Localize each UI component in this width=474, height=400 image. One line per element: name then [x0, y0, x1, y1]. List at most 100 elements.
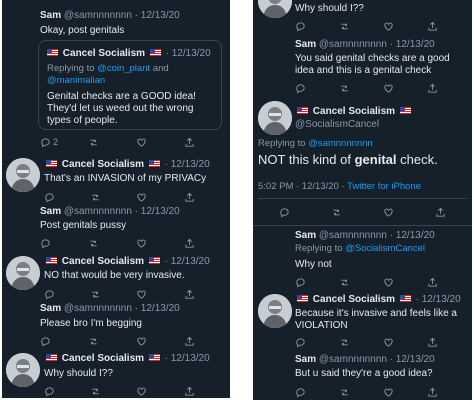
tweet-actions: [295, 276, 465, 288]
reply-button[interactable]: [40, 237, 51, 249]
reply-icon: [280, 207, 289, 217]
avatar[interactable]: [6, 353, 40, 387]
tweet-date[interactable]: 12/13/20: [171, 159, 210, 170]
tweet-date[interactable]: 12/13/20: [396, 230, 435, 241]
share-button[interactable]: [184, 385, 195, 397]
quoted-tweet[interactable]: Cancel Socialism · 12/13/20 Replying to …: [38, 40, 222, 130]
like-icon: [384, 208, 393, 217]
share-icon: [185, 238, 194, 248]
avatar[interactable]: [6, 256, 40, 290]
author-handle[interactable]: @samnnnnnnn: [319, 354, 387, 365]
reply-icon: [45, 386, 54, 396]
reply-button[interactable]: [295, 386, 306, 398]
author-name[interactable]: Sam: [295, 230, 316, 241]
author-handle[interactable]: @samnnnnnnn: [64, 10, 132, 21]
like-icon: [384, 84, 393, 93]
author-name[interactable]: Sam: [295, 39, 316, 50]
reply-button[interactable]: [279, 206, 290, 218]
like-button[interactable]: [383, 276, 394, 288]
author-handle-row: @SocialismCancel: [295, 119, 379, 131]
share-button[interactable]: [427, 336, 438, 348]
client-link[interactable]: Twitter for iPhone: [347, 181, 421, 192]
retweet-button[interactable]: [90, 385, 101, 397]
like-button[interactable]: [383, 20, 394, 32]
tweet-date[interactable]: 12/13/20: [396, 39, 435, 50]
retweet-button[interactable]: [90, 191, 101, 203]
share-icon: [428, 277, 437, 287]
share-button[interactable]: [184, 237, 195, 249]
retweet-button[interactable]: [339, 336, 350, 348]
mention-link[interactable]: @SocialismCancel: [345, 243, 425, 254]
share-button[interactable]: [435, 206, 446, 218]
retweet-button[interactable]: [88, 237, 99, 249]
reply-button[interactable]: [295, 82, 306, 94]
like-button[interactable]: [136, 136, 147, 148]
author-name[interactable]: Sam: [40, 206, 61, 217]
author-handle[interactable]: @samnnnnnnn: [319, 230, 387, 241]
avatar[interactable]: [6, 158, 40, 192]
share-button[interactable]: [427, 20, 438, 32]
author-handle[interactable]: @samnnnnnnn: [319, 39, 387, 50]
author-name[interactable]: Cancel Socialism: [62, 256, 144, 267]
share-button[interactable]: [427, 276, 438, 288]
like-button[interactable]: [136, 288, 147, 300]
tweet-date[interactable]: 12/13/20: [141, 206, 180, 217]
reply-button[interactable]: [44, 385, 55, 397]
tweet-text: Why not: [295, 259, 332, 270]
reply-button[interactable]: [295, 276, 306, 288]
share-button[interactable]: [184, 191, 195, 203]
retweet-button[interactable]: [339, 20, 350, 32]
author-name[interactable]: Sam: [40, 10, 61, 21]
share-button[interactable]: [427, 386, 438, 398]
tweet-date[interactable]: 12/13/20: [141, 10, 180, 21]
author-name[interactable]: Cancel Socialism: [313, 294, 395, 305]
tweet-date[interactable]: 12/13/20: [141, 303, 180, 314]
reply-button[interactable]: [295, 20, 306, 32]
reply-button[interactable]: [44, 288, 55, 300]
author-name[interactable]: Sam: [295, 354, 316, 365]
retweet-button[interactable]: [90, 288, 101, 300]
reply-button[interactable]: [40, 335, 51, 347]
share-button[interactable]: [184, 288, 195, 300]
like-button[interactable]: [383, 386, 394, 398]
retweet-button[interactable]: [331, 206, 342, 218]
like-button[interactable]: [136, 385, 147, 397]
author-handle[interactable]: @samnnnnnnn: [64, 303, 132, 314]
author-name[interactable]: Sam: [40, 303, 61, 314]
mention-link[interactable]: @coin_plant: [97, 63, 150, 74]
retweet-icon: [92, 291, 99, 297]
share-button[interactable]: [427, 82, 438, 94]
like-button[interactable]: [136, 335, 147, 347]
author-name[interactable]: Cancel Socialism: [62, 159, 144, 170]
tweet-text: That's an INVASION of my PRIVACy: [44, 173, 207, 184]
like-button[interactable]: [136, 191, 147, 203]
tweet-date[interactable]: 12/13/20: [422, 294, 461, 305]
tweet-date[interactable]: 12/13/20: [396, 354, 435, 365]
tweet-date[interactable]: 12/13/20: [171, 256, 210, 267]
reply-button[interactable]: [295, 336, 306, 348]
author-handle[interactable]: @samnnnnnnn: [64, 206, 132, 217]
like-button[interactable]: [136, 237, 147, 249]
author-handle[interactable]: @SocialismCancel: [295, 119, 379, 130]
author-name[interactable]: Cancel Socialism: [313, 106, 395, 117]
retweet-button[interactable]: [88, 136, 99, 148]
like-button[interactable]: [383, 336, 394, 348]
retweet-button[interactable]: [88, 335, 99, 347]
retweet-icon: [341, 389, 348, 395]
reply-button[interactable]: [44, 191, 55, 203]
share-button[interactable]: [184, 136, 195, 148]
retweet-button[interactable]: [339, 82, 350, 94]
retweet-button[interactable]: [339, 386, 350, 398]
mention-link[interactable]: @samnnnnnnn: [308, 138, 373, 149]
share-button[interactable]: [184, 335, 195, 347]
tweet-date[interactable]: 12/13/20: [171, 353, 210, 364]
avatar[interactable]: [258, 294, 292, 328]
like-button[interactable]: [383, 82, 394, 94]
avatar[interactable]: [258, 0, 292, 18]
like-button[interactable]: [383, 206, 394, 218]
mention-link[interactable]: @manimalian: [47, 75, 105, 86]
author-name[interactable]: Cancel Socialism: [62, 353, 144, 364]
retweet-button[interactable]: [339, 276, 350, 288]
avatar[interactable]: [258, 101, 292, 135]
reply-button[interactable]: 2: [40, 136, 58, 148]
